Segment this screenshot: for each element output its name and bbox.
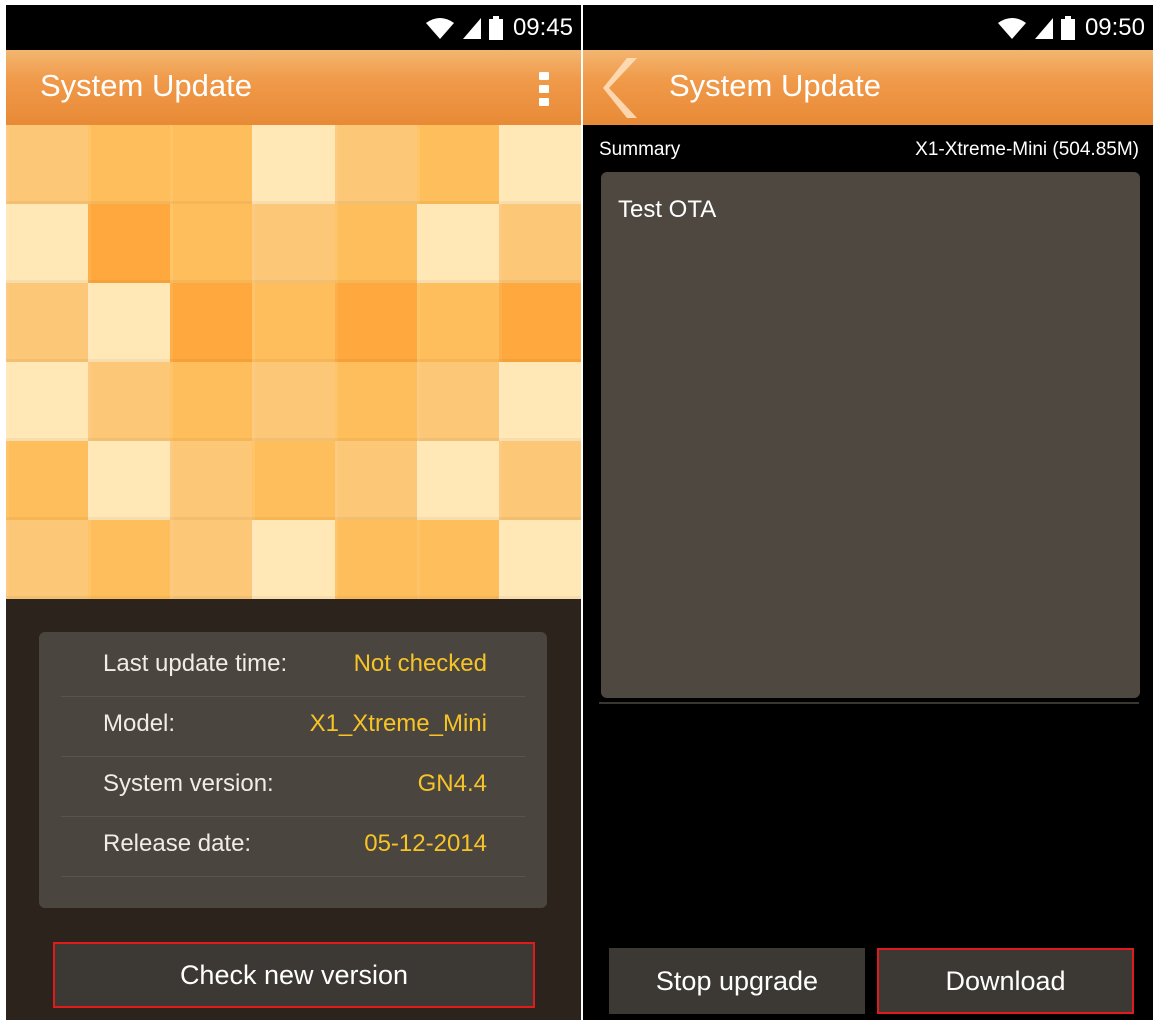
info-label: Model: — [103, 710, 176, 737]
mosaic-tile — [88, 283, 171, 362]
mosaic-tile — [88, 520, 171, 599]
mosaic-tile — [334, 283, 417, 362]
info-area: Last update time: Not checked Model: X1_… — [6, 599, 581, 1020]
device-info-card: Last update time: Not checked Model: X1_… — [39, 632, 547, 908]
status-time: 09:50 — [1084, 14, 1145, 41]
mosaic-tile — [88, 441, 171, 520]
mosaic-tile — [416, 520, 499, 599]
mosaic-tile — [170, 362, 253, 441]
mosaic-tile — [498, 362, 581, 441]
mosaic-tile — [252, 362, 335, 441]
divider — [599, 702, 1139, 704]
signal-icon — [461, 16, 483, 40]
info-row-model: Model: X1_Xtreme_Mini — [61, 696, 525, 757]
info-label: Release date: — [103, 830, 252, 857]
mosaic-tile — [6, 520, 89, 599]
mosaic-tile — [88, 362, 171, 441]
mosaic-tile — [170, 441, 253, 520]
mosaic-tile — [170, 125, 253, 204]
mosaic-tile — [88, 125, 171, 204]
mosaic-tile — [416, 204, 499, 283]
mosaic-tile — [416, 362, 499, 441]
mosaic-tile — [170, 204, 253, 283]
mosaic-tile — [498, 125, 581, 204]
check-new-version-button[interactable]: Check new version — [53, 942, 535, 1008]
mosaic-tile — [498, 204, 581, 283]
mosaic-tile — [334, 204, 417, 283]
page-title: System Update — [40, 68, 252, 103]
download-button[interactable]: Download — [877, 948, 1134, 1014]
mosaic-tile — [252, 204, 335, 283]
mosaic-tile — [6, 441, 89, 520]
mosaic-tile — [498, 441, 581, 520]
mosaic-tile — [252, 283, 335, 362]
info-value: 05-12-2014 — [364, 830, 487, 857]
mosaic-tile — [88, 204, 171, 283]
info-value: Not checked — [353, 650, 487, 677]
mosaic-tile — [498, 283, 581, 362]
mosaic-tile — [416, 441, 499, 520]
left-screen: 09:45 System Update Last update time: No… — [6, 5, 581, 1020]
summary-label: Summary — [599, 139, 681, 160]
mosaic-tile — [252, 520, 335, 599]
info-label: Last update time: — [103, 650, 288, 677]
mosaic-tile — [334, 520, 417, 599]
mosaic-tile — [252, 125, 335, 204]
mosaic-tile — [416, 283, 499, 362]
action-bar: System Update — [583, 50, 1153, 125]
info-row-release-date: Release date: 05-12-2014 — [61, 816, 525, 877]
action-bar: System Update — [6, 50, 581, 125]
summary-value: X1-Xtreme-Mini (504.85M) — [915, 139, 1139, 160]
info-value: GN4.4 — [417, 770, 487, 797]
overflow-menu-icon[interactable] — [539, 72, 549, 106]
wifi-icon — [425, 16, 455, 40]
status-bar: 09:50 — [583, 5, 1153, 50]
update-notes-text: Test OTA — [618, 196, 717, 223]
update-notes-box: Test OTA — [601, 172, 1140, 698]
mosaic-tile — [334, 362, 417, 441]
mosaic-tile — [170, 283, 253, 362]
mosaic-tile — [170, 520, 253, 599]
mosaic-tile — [6, 125, 89, 204]
mosaic-tile — [6, 362, 89, 441]
info-row-last-update: Last update time: Not checked — [61, 636, 525, 697]
battery-icon — [1060, 16, 1075, 40]
signal-icon — [1033, 16, 1055, 40]
mosaic-tile — [498, 520, 581, 599]
mosaic-tile — [416, 125, 499, 204]
info-row-system-version: System version: GN4.4 — [61, 756, 525, 817]
battery-icon — [488, 16, 503, 40]
info-value: X1_Xtreme_Mini — [309, 710, 487, 737]
mosaic-tile — [6, 283, 89, 362]
mosaic-tile — [6, 204, 89, 283]
mosaic-tile — [252, 441, 335, 520]
mosaic-banner — [6, 125, 581, 599]
right-screen: 09:50 System Update Summary X1-Xtreme-Mi… — [583, 5, 1153, 1020]
mosaic-tile — [334, 441, 417, 520]
page-title: System Update — [669, 68, 881, 103]
status-time: 09:45 — [512, 14, 573, 41]
info-label: System version: — [103, 770, 274, 797]
mosaic-tile — [334, 125, 417, 204]
stop-upgrade-button[interactable]: Stop upgrade — [609, 948, 865, 1014]
wifi-icon — [997, 16, 1027, 40]
status-bar: 09:45 — [6, 5, 581, 50]
back-chevron-icon[interactable] — [603, 56, 641, 120]
